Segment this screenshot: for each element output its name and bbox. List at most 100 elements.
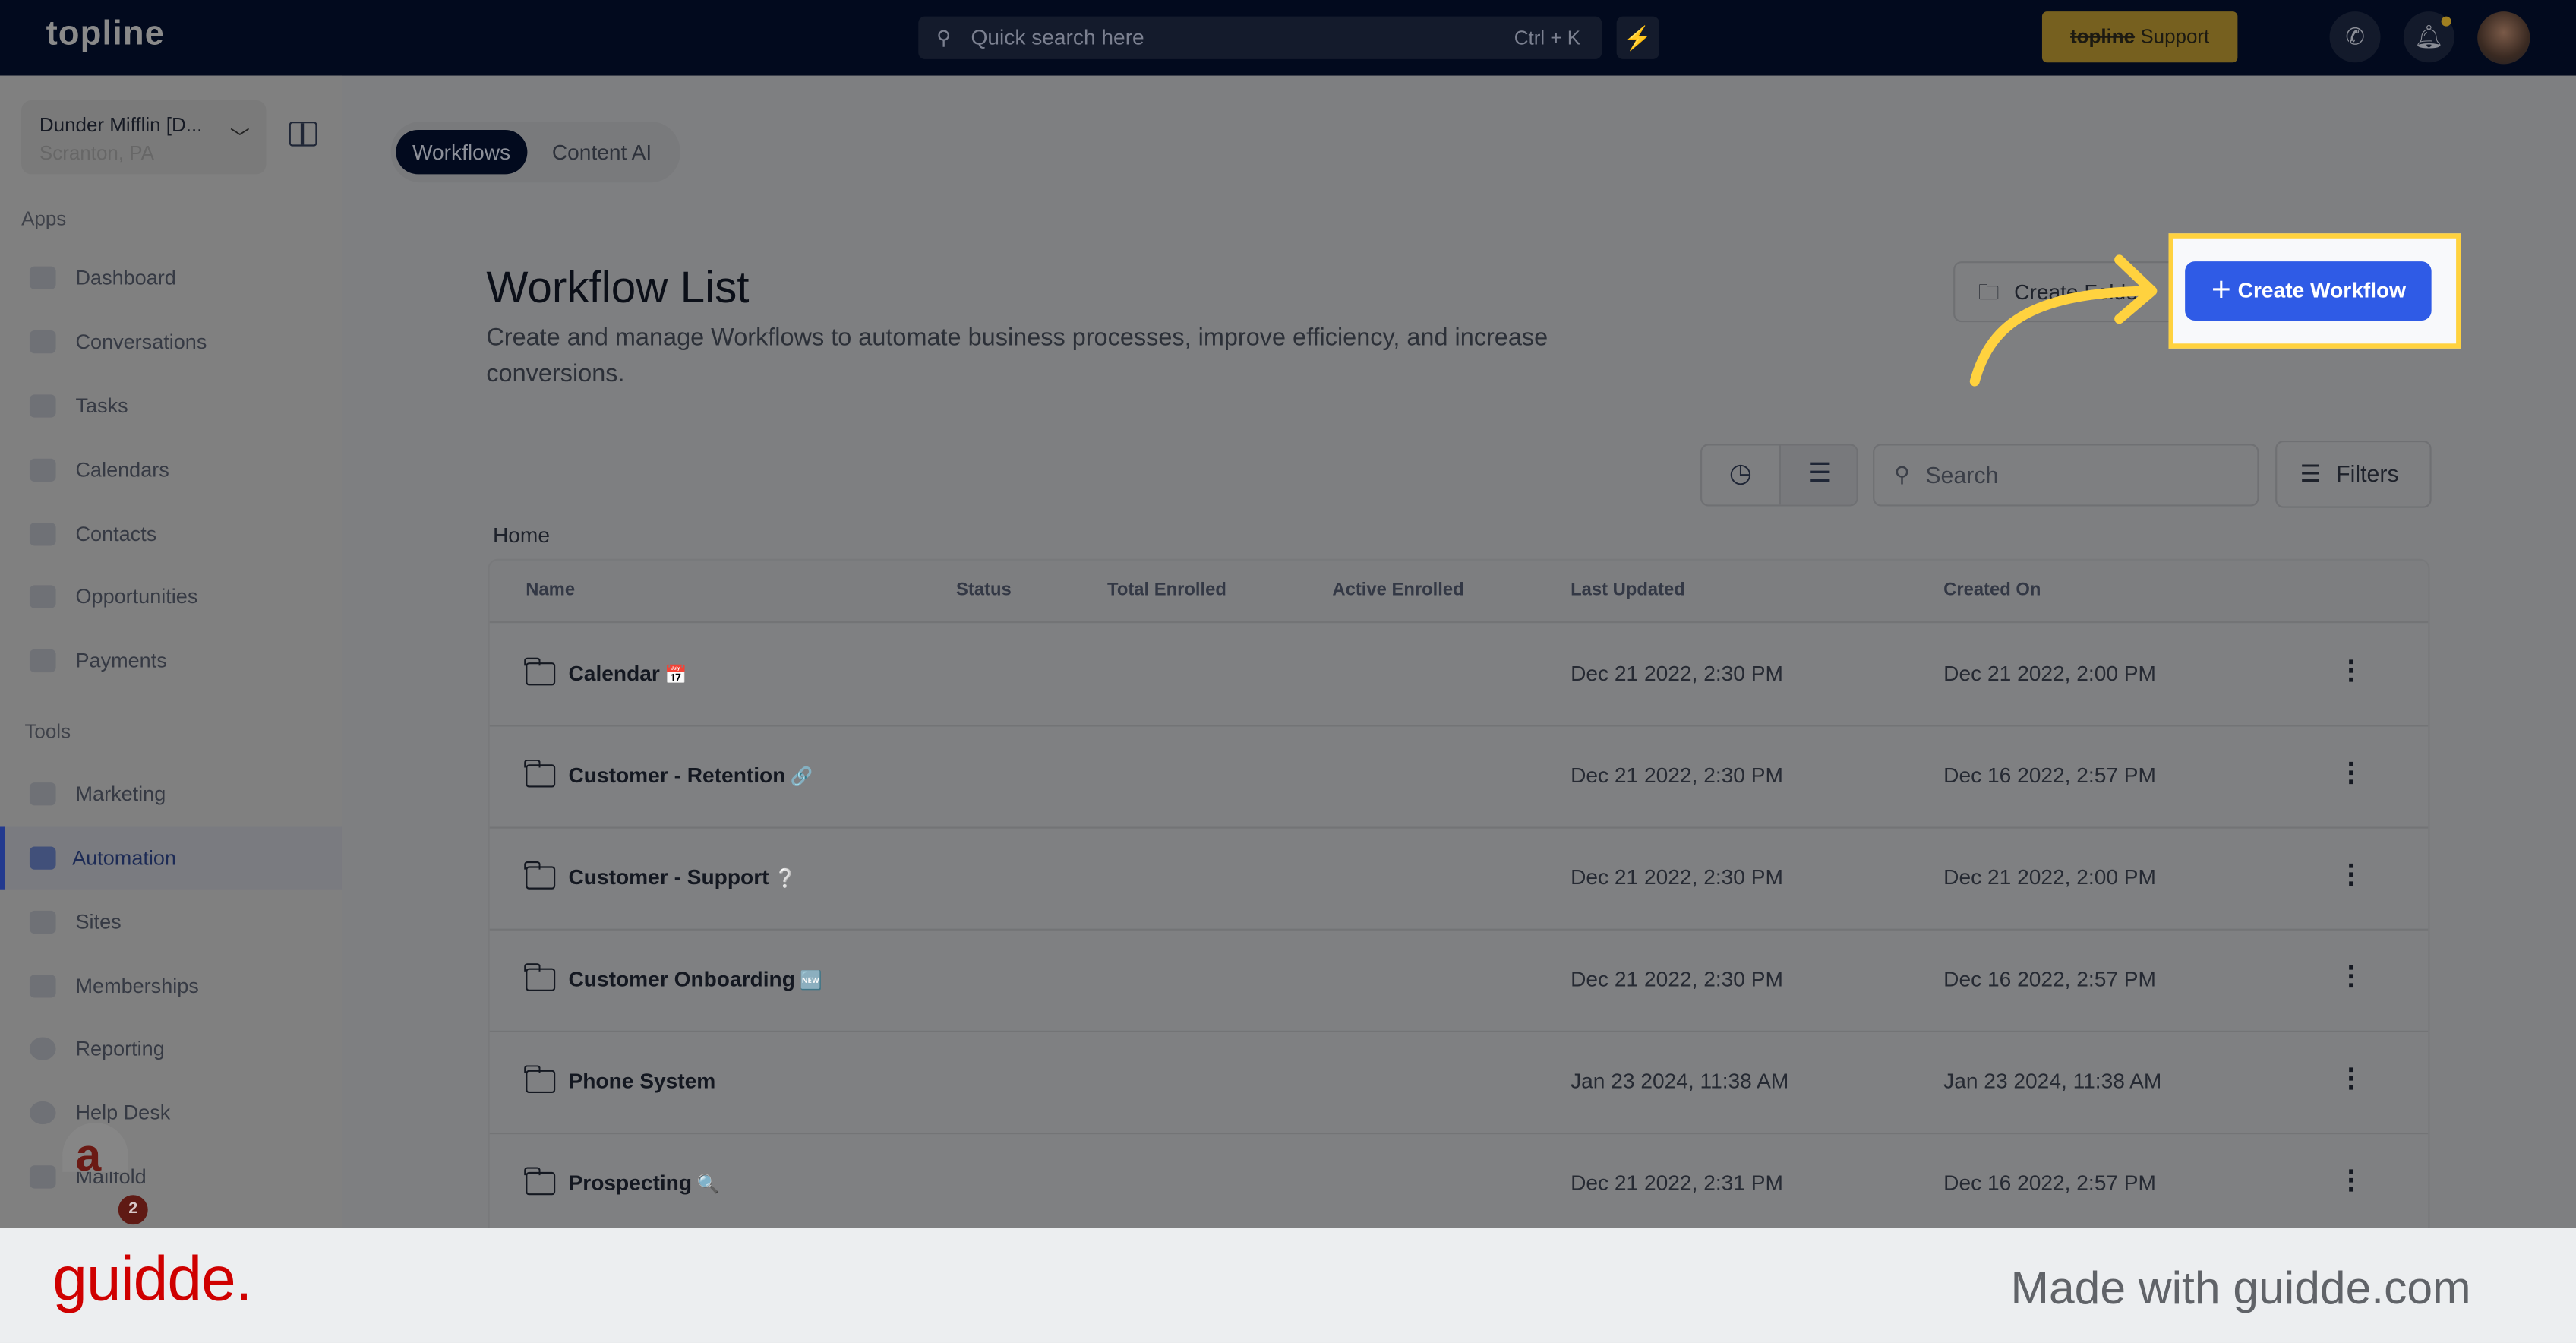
more-options-icon[interactable]: ⋮ [2338, 1164, 2364, 1196]
sidebar-item-payments[interactable]: Payments [0, 630, 342, 692]
folder-icon [524, 657, 556, 686]
folder-name[interactable]: Customer - Support ❔ [568, 864, 796, 889]
column-header-active-enrolled[interactable]: Active Enrolled [1332, 580, 1463, 600]
column-header-created-on[interactable]: Created On [1943, 580, 2041, 600]
column-header-last-updated[interactable]: Last Updated [1571, 580, 1685, 600]
search-icon: ⚲ [1894, 462, 1910, 487]
contacts-icon [29, 523, 56, 546]
sites-icon [29, 910, 56, 934]
sidebar-item-memberships[interactable]: Memberships [0, 955, 342, 1017]
sidebar-item-label: Calendars [75, 458, 169, 482]
created-on: Dec 21 2022, 2:00 PM [1943, 660, 2156, 686]
sidebar-item-marketing[interactable]: Marketing [0, 763, 342, 825]
sidebar-item-help-desk[interactable]: Help Desk [0, 1082, 342, 1144]
column-header-name[interactable]: Name [526, 580, 575, 600]
notification-dot [2441, 16, 2451, 27]
tab-workflows[interactable]: Workflows [396, 129, 527, 175]
account-location: Scranton, PA [39, 141, 154, 165]
folder-name[interactable]: Prospecting 🔍 [568, 1171, 719, 1195]
folder-name[interactable]: Phone System [568, 1069, 720, 1093]
column-header-status[interactable]: Status [956, 580, 1012, 600]
create-workflow-button[interactable]: ＋ Create Workflow [2185, 261, 2432, 321]
support-brand: topline [2070, 24, 2136, 48]
folder-name[interactable]: Customer Onboarding 🆕 [568, 966, 822, 991]
folder-icon [524, 1167, 556, 1196]
avatar[interactable] [2477, 11, 2530, 65]
pointer-arrow-icon [1969, 254, 2158, 387]
breadcrumb[interactable]: Home [493, 523, 550, 547]
collapse-sidebar-icon[interactable] [289, 122, 317, 147]
made-with-text: Made with guidde.com [2010, 1262, 2471, 1314]
created-on: Dec 21 2022, 2:00 PM [1943, 864, 2156, 890]
sidebar-item-reporting[interactable]: Reporting [0, 1018, 342, 1080]
more-options-icon[interactable]: ⋮ [2338, 960, 2364, 993]
lightning-icon[interactable]: ⚡ [1616, 16, 1659, 59]
notification-badge: 2 [118, 1195, 148, 1225]
search-input[interactable]: ⚲ Search [1873, 444, 2259, 507]
sidebar-item-calendars[interactable]: Calendars [0, 439, 342, 501]
page-description: Create and manage Workflows to automate … [486, 324, 1548, 388]
sidebar-item-contacts[interactable]: Contacts [0, 503, 342, 565]
table-row[interactable]: Customer - Support ❔ Dec 21 2022, 2:30 PM… [489, 829, 2429, 931]
created-on: Dec 16 2022, 2:57 PM [1943, 763, 2156, 788]
created-on: Jan 23 2024, 11:38 AM [1943, 1068, 2162, 1094]
folder-emoji: ❔ [774, 869, 797, 890]
clock-icon[interactable]: ◷ [1702, 445, 1781, 505]
sidebar-item-dashboard[interactable]: Dashboard [0, 247, 342, 309]
view-toggle: ◷ ☰ [1700, 444, 1858, 507]
folder-name-text: Phone System [568, 1068, 716, 1094]
tasks-icon [29, 394, 56, 418]
table-row[interactable]: Customer Onboarding 🆕 Dec 21 2022, 2:30 P… [489, 931, 2429, 1032]
table-header: Name Status Total Enrolled Active Enroll… [489, 560, 2429, 624]
column-header-total-enrolled[interactable]: Total Enrolled [1107, 580, 1226, 600]
support-button[interactable]: topline Support [2041, 11, 2238, 63]
folder-emoji: 🔗 [790, 767, 813, 788]
guidde-logo: guidde. [52, 1246, 252, 1316]
last-updated: Dec 21 2022, 2:30 PM [1571, 660, 1783, 686]
quick-search[interactable]: ⚲ Quick search here Ctrl + K [918, 16, 1602, 59]
table-row[interactable]: Prospecting 🔍 Dec 21 2022, 2:31 PM Dec 16… [489, 1134, 2429, 1237]
sidebar-item-tasks[interactable]: Tasks [0, 374, 342, 437]
more-options-icon[interactable]: ⋮ [2338, 756, 2364, 788]
sidebar-item-label: Tasks [75, 394, 128, 418]
more-options-icon[interactable]: ⋮ [2338, 1062, 2364, 1095]
folder-name-text: Customer Onboarding [568, 966, 795, 991]
folder-emoji: 🆕 [800, 971, 823, 991]
topline-logo[interactable]: topline [46, 14, 165, 54]
phone-icon[interactable]: ✆ [2329, 11, 2381, 63]
more-options-icon[interactable]: ⋮ [2338, 654, 2364, 687]
table-row[interactable]: Customer - Retention 🔗 Dec 21 2022, 2:30 … [489, 726, 2429, 829]
quick-search-placeholder: Quick search here [971, 24, 1144, 49]
sidebar-item-label: Help Desk [75, 1101, 171, 1125]
folder-name[interactable]: Customer - Retention 🔗 [568, 763, 813, 787]
sidebar-item-opportunities[interactable]: Opportunities [0, 565, 342, 627]
table-row[interactable]: Phone System Jan 23 2024, 11:38 AM Jan 2… [489, 1032, 2429, 1135]
folder-icon [524, 963, 556, 991]
list-view-icon[interactable]: ☰ [1780, 445, 1857, 505]
folder-name[interactable]: Calendar 📅 [568, 661, 687, 685]
conversations-icon [29, 330, 56, 354]
filters-button[interactable]: ☰ Filters [2275, 440, 2432, 508]
sidebar-item-conversations[interactable]: Conversations [0, 311, 342, 373]
folder-emoji: 📅 [665, 665, 687, 686]
page-title: Workflow List [486, 263, 750, 313]
sidebar-item-sites[interactable]: Sites [0, 891, 342, 953]
megaphone-icon [29, 782, 56, 806]
folder-name-text: Customer - Support [568, 864, 769, 890]
account-name: Dunder Mifflin [D... [39, 113, 203, 137]
support-label: Support [2140, 24, 2210, 48]
last-updated: Jan 23 2024, 11:38 AM [1571, 1068, 1789, 1094]
payments-icon [29, 649, 56, 673]
account-switcher[interactable]: Dunder Mifflin [D... Scranton, PA ﹀ [21, 100, 267, 175]
mailfold-icon [29, 1165, 56, 1189]
sidebar-item-label: Conversations [75, 330, 207, 354]
table-row[interactable]: Calendar 📅 Dec 21 2022, 2:30 PM Dec 21 20… [489, 624, 2429, 727]
search-icon: ⚲ [936, 26, 952, 49]
sidebar-item-automation[interactable]: Automation [0, 826, 342, 890]
automation-icon [29, 846, 56, 870]
more-options-icon[interactable]: ⋮ [2338, 858, 2364, 891]
last-updated: Dec 21 2022, 2:30 PM [1571, 966, 1783, 991]
sidebar-item-mailfold[interactable]: Mailfold [0, 1146, 342, 1208]
sidebar-item-label: Dashboard [75, 266, 176, 289]
tab-content-ai[interactable]: Content AI [535, 130, 668, 174]
